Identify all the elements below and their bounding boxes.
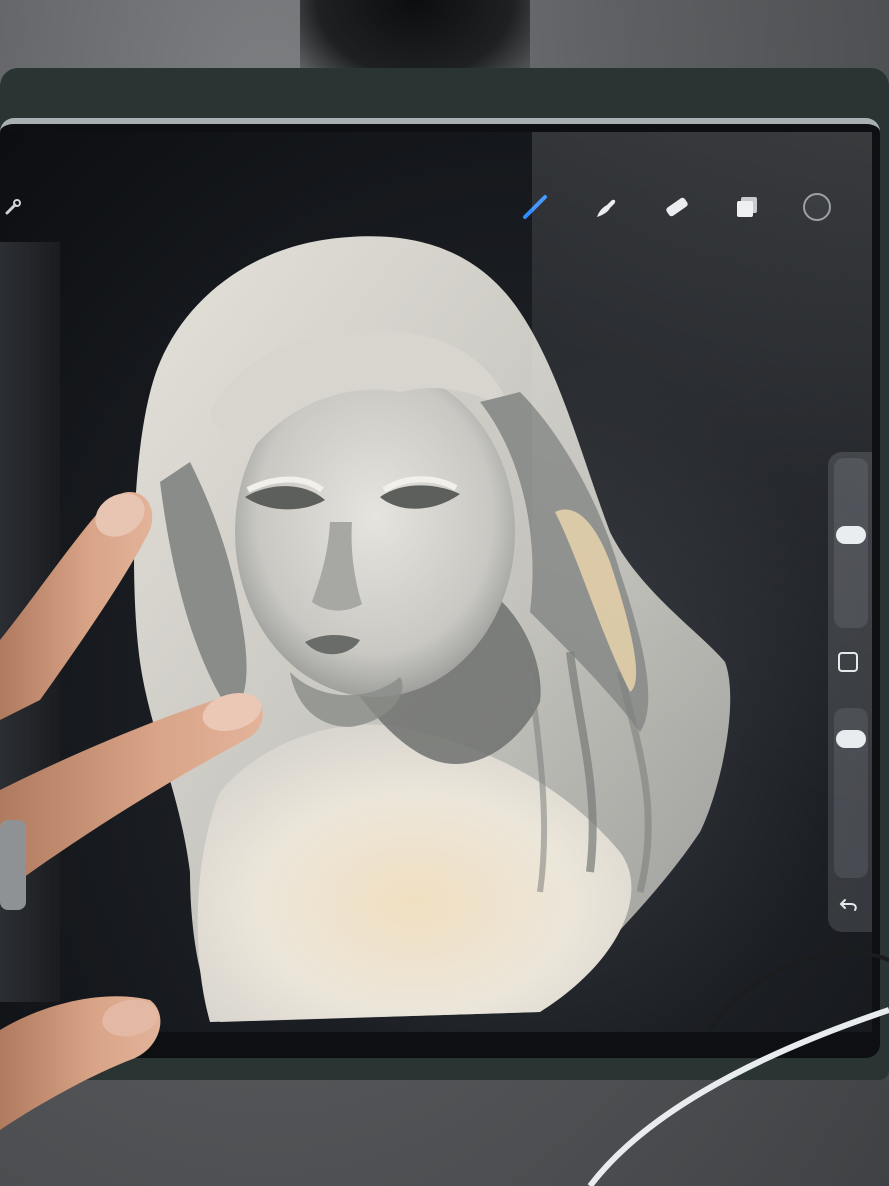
opacity-slider[interactable] [834, 708, 868, 878]
brush-button[interactable] [518, 190, 552, 224]
layers-button[interactable] [730, 190, 764, 224]
layers-icon [737, 197, 757, 217]
eraser-button[interactable] [660, 190, 694, 224]
actions-button[interactable] [0, 190, 30, 224]
undo-button[interactable] [836, 892, 862, 918]
smudge-button[interactable] [588, 190, 622, 224]
brush-size-thumb[interactable] [836, 526, 866, 544]
top-toolbar [0, 182, 872, 234]
modify-square-icon[interactable] [838, 652, 858, 672]
undo-arrow-icon [839, 899, 857, 911]
actions-wrench-icon [5, 199, 21, 215]
smudge-icon [597, 199, 616, 217]
eraser-icon [666, 197, 688, 217]
brush-icon [523, 195, 547, 219]
right-sidebar [828, 452, 872, 932]
hand [0, 491, 263, 1130]
ring [0, 820, 26, 910]
opacity-thumb[interactable] [836, 730, 866, 748]
charging-cable [587, 950, 889, 1186]
brush-size-slider[interactable] [834, 458, 868, 628]
color-button[interactable] [800, 190, 834, 224]
color-swatch-icon [803, 193, 831, 221]
